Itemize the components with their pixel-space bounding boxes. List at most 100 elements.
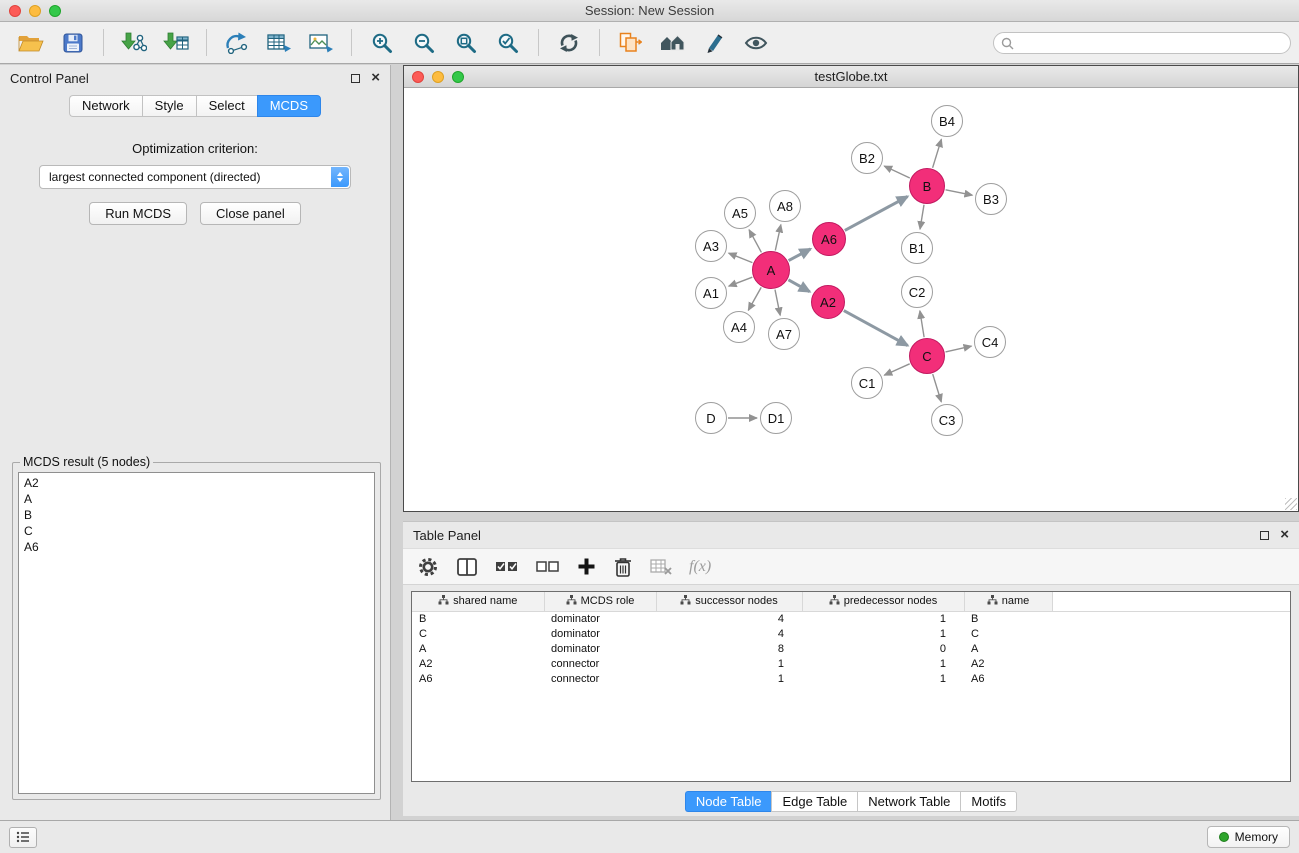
network-edge[interactable] <box>844 311 908 346</box>
delete-column-button[interactable] <box>613 556 633 578</box>
close-window-button[interactable] <box>9 5 21 17</box>
network-node[interactable]: C <box>909 338 945 374</box>
tab-node-table[interactable]: Node Table <box>685 791 772 812</box>
deselect-all-button[interactable] <box>536 559 560 575</box>
network-edge[interactable] <box>946 190 973 195</box>
network-edge[interactable] <box>946 346 972 352</box>
float-table-panel-button[interactable] <box>1260 531 1269 540</box>
table-row[interactable]: Adominator80A <box>412 641 1290 656</box>
copy-button[interactable] <box>612 27 648 59</box>
result-item[interactable]: B <box>24 507 369 523</box>
close-network-window-button[interactable] <box>412 71 424 83</box>
network-node[interactable]: A <box>752 251 790 289</box>
minimize-network-window-button[interactable] <box>432 71 444 83</box>
show-columns-button[interactable] <box>456 557 478 577</box>
network-node[interactable]: D1 <box>760 402 792 434</box>
close-table-panel-button[interactable]: × <box>1280 530 1289 540</box>
table-row[interactable]: A6connector11A6 <box>412 671 1290 686</box>
zoom-network-window-button[interactable] <box>452 71 464 83</box>
tab-edge-table[interactable]: Edge Table <box>771 791 857 812</box>
column-header[interactable]: MCDS role <box>544 592 656 611</box>
tab-style[interactable]: Style <box>142 95 196 117</box>
style-pen-button[interactable] <box>696 27 732 59</box>
optimization-criterion-select[interactable]: largest connected component (directed) <box>39 165 351 189</box>
table-row[interactable]: Cdominator41C <box>412 626 1290 641</box>
network-edge[interactable] <box>729 277 753 286</box>
network-node[interactable]: A5 <box>724 197 756 229</box>
network-node[interactable]: B <box>909 168 945 204</box>
tab-network[interactable]: Network <box>69 95 142 117</box>
network-node[interactable]: A1 <box>695 277 727 309</box>
network-edge[interactable] <box>920 205 924 229</box>
network-edge[interactable] <box>845 197 908 231</box>
home-button[interactable] <box>654 27 690 59</box>
table-settings-button[interactable] <box>417 556 439 578</box>
network-node[interactable]: A8 <box>769 190 801 222</box>
network-edge[interactable] <box>775 290 780 316</box>
import-table-button[interactable] <box>158 27 194 59</box>
search-input[interactable] <box>993 32 1291 54</box>
open-session-button[interactable] <box>13 27 49 59</box>
zoom-in-button[interactable] <box>364 27 400 59</box>
result-item[interactable]: A2 <box>24 475 369 491</box>
task-history-button[interactable] <box>9 827 37 848</box>
result-item[interactable]: A <box>24 491 369 507</box>
network-node[interactable]: A6 <box>812 222 846 256</box>
network-node[interactable]: C2 <box>901 276 933 308</box>
float-panel-button[interactable] <box>351 74 360 83</box>
network-edge[interactable] <box>788 280 809 292</box>
result-item[interactable]: A6 <box>24 539 369 555</box>
close-panel-icon-button[interactable]: × <box>371 73 380 83</box>
network-node[interactable]: D <box>695 402 727 434</box>
network-node[interactable]: B4 <box>931 105 963 137</box>
network-node[interactable]: C3 <box>931 404 963 436</box>
network-node[interactable]: A4 <box>723 311 755 343</box>
tab-network-table[interactable]: Network Table <box>857 791 960 812</box>
select-all-button[interactable] <box>495 559 519 575</box>
export-image-button[interactable] <box>303 27 339 59</box>
tab-mcds[interactable]: MCDS <box>257 95 321 117</box>
network-node[interactable]: A7 <box>768 318 800 350</box>
network-edge[interactable] <box>920 311 924 337</box>
column-header[interactable]: name <box>964 592 1052 611</box>
zoom-fit-button[interactable] <box>448 27 484 59</box>
add-column-button[interactable] <box>577 557 596 576</box>
network-node[interactable]: B2 <box>851 142 883 174</box>
network-node[interactable]: A2 <box>811 285 845 319</box>
column-header[interactable]: successor nodes <box>656 592 802 611</box>
import-network-button[interactable] <box>116 27 152 59</box>
tab-motifs[interactable]: Motifs <box>960 791 1017 812</box>
table-row[interactable]: A2connector11A2 <box>412 656 1290 671</box>
resize-handle[interactable] <box>1285 498 1297 510</box>
network-node[interactable]: C4 <box>974 326 1006 358</box>
network-node[interactable]: A3 <box>695 230 727 262</box>
node-table[interactable]: shared nameMCDS rolesuccessor nodesprede… <box>411 591 1291 782</box>
network-node[interactable]: B1 <box>901 232 933 264</box>
zoom-out-button[interactable] <box>406 27 442 59</box>
zoom-window-button[interactable] <box>49 5 61 17</box>
new-table-button[interactable] <box>261 27 297 59</box>
close-panel-button[interactable]: Close panel <box>200 202 301 225</box>
network-edge[interactable] <box>748 287 761 310</box>
delete-table-button[interactable] <box>650 558 672 576</box>
network-edge[interactable] <box>729 253 753 263</box>
network-edge[interactable] <box>884 166 910 178</box>
run-mcds-button[interactable]: Run MCDS <box>89 202 187 225</box>
network-edge[interactable] <box>789 249 811 261</box>
column-header[interactable]: predecessor nodes <box>802 592 964 611</box>
save-session-button[interactable] <box>55 27 91 59</box>
zoom-selected-button[interactable] <box>490 27 526 59</box>
function-builder-button[interactable]: f(x) <box>689 558 711 576</box>
refresh-button[interactable] <box>551 27 587 59</box>
network-edge[interactable] <box>933 374 942 402</box>
tab-select[interactable]: Select <box>196 95 257 117</box>
minimize-window-button[interactable] <box>29 5 41 17</box>
network-node[interactable]: C1 <box>851 367 883 399</box>
network-canvas[interactable]: A A1 A2 A3 A4 A5 A6 A7 A8 B B1 B2 B3 B4 C C1 C2 C3 C4 D D1 <box>404 88 1298 511</box>
network-edge[interactable] <box>775 225 781 251</box>
network-edge[interactable] <box>933 139 942 168</box>
network-node[interactable]: B3 <box>975 183 1007 215</box>
table-row[interactable]: Bdominator41B <box>412 611 1290 626</box>
network-edge[interactable] <box>749 230 761 253</box>
network-edge[interactable] <box>884 364 909 375</box>
